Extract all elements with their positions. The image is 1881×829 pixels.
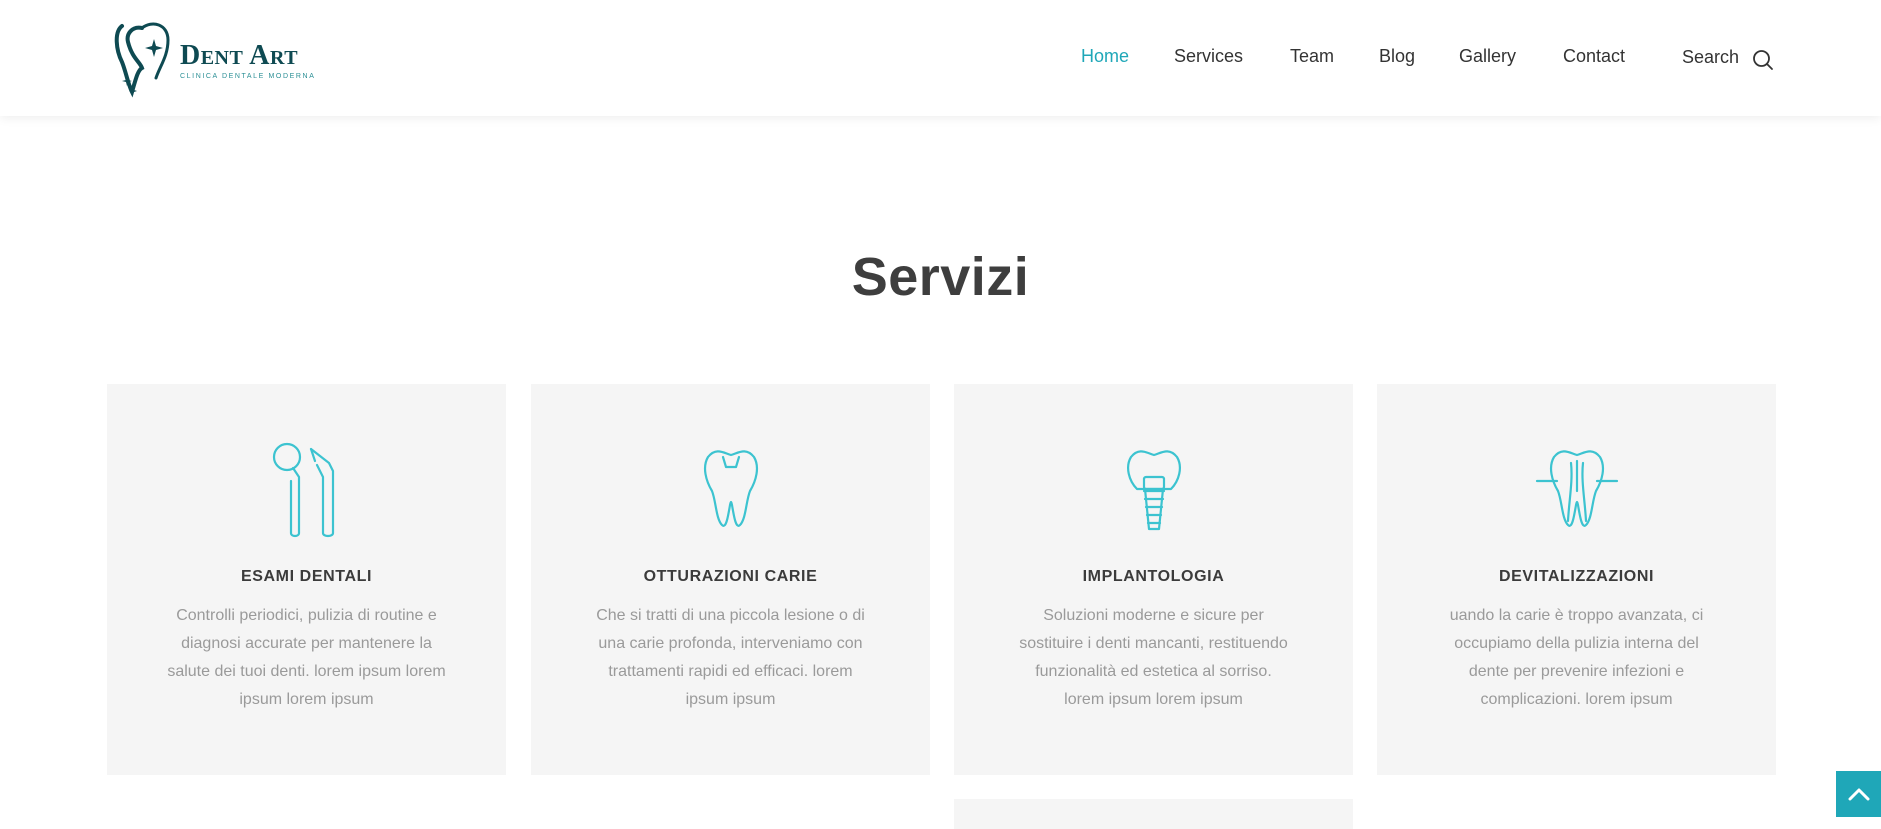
main-nav: Home Services Team Blog Gallery Contact [0, 46, 1881, 70]
card-title: DEVITALIZZAZIONI [1498, 568, 1655, 585]
chevron-up-icon [1848, 788, 1869, 801]
section-title: Servizi [851, 247, 1030, 307]
card-description: Controlli periodici, pulizia di routine … [167, 607, 446, 708]
tooth-root-canal-icon [1535, 450, 1618, 527]
service-card[interactable]: IMPLANTOLOGIA Soluzioni moderne e sicure… [954, 384, 1353, 775]
dental-tools-icon [272, 442, 334, 538]
service-card[interactable]: ESAMI DENTALI Controlli periodici, puliz… [107, 384, 506, 775]
service-card-partial [954, 799, 1353, 829]
brand-tagline: Clinica Dentale Moderna [180, 73, 316, 80]
dental-implant-icon [1126, 450, 1181, 531]
nav-gallery[interactable]: Gallery [1459, 46, 1516, 67]
card-description: Soluzioni moderne e sicure per sostituir… [1019, 607, 1288, 708]
tooth-filling-icon [703, 450, 758, 527]
card-description: uando la carie è troppo avanzata, ci occ… [1449, 607, 1704, 708]
back-to-top-button[interactable] [1836, 771, 1881, 817]
card-title: ESAMI DENTALI [240, 568, 373, 585]
service-card[interactable]: OTTURAZIONI CARIE Che si tratti di una p… [531, 384, 930, 775]
search-button[interactable]: Search [1682, 47, 1739, 68]
card-description: Che si tratti di una piccola lesione o d… [596, 607, 865, 708]
nav-services[interactable]: Services [1174, 46, 1243, 67]
nav-contact[interactable]: Contact [1563, 46, 1625, 67]
service-card[interactable]: DEVITALIZZAZIONI uando la carie è troppo… [1377, 384, 1776, 775]
nav-home[interactable]: Home [1081, 46, 1129, 67]
nav-blog[interactable]: Blog [1379, 46, 1415, 67]
search-icon[interactable] [1752, 49, 1774, 71]
site-header: Dent Art Clinica Dentale Moderna Home Se… [0, 0, 1881, 116]
nav-team[interactable]: Team [1290, 46, 1334, 67]
card-title: OTTURAZIONI CARIE [643, 568, 818, 585]
card-title: IMPLANTOLOGIA [1082, 568, 1225, 585]
